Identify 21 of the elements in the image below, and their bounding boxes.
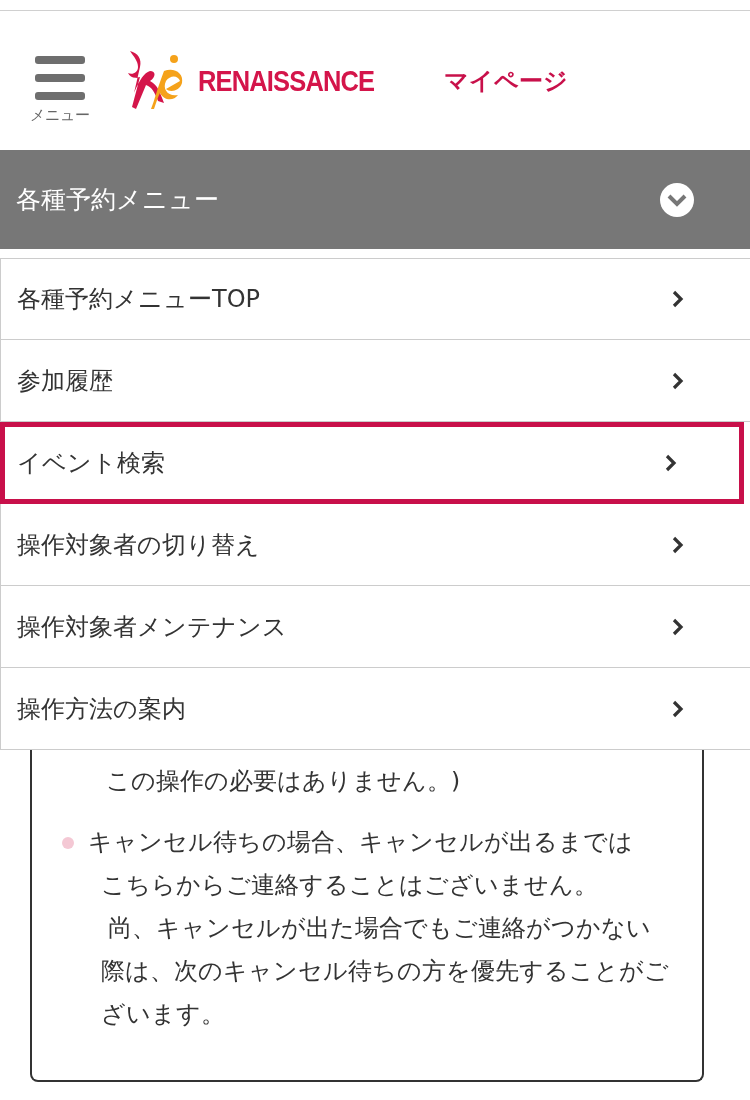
notice-text: キャンセル待ちの場合、キャンセルが出るまでは こちらからご連絡することはございません。 尚、キャンセルが出た場合でもご連絡がつかない際は、次のキャンセル待ちの方を優先することがございます。 <box>88 827 670 1030</box>
chevron-right-icon <box>672 535 684 554</box>
chevron-right-icon <box>665 454 677 472</box>
notice-text: この操作の必要はありません。) <box>105 766 462 797</box>
menu-item[interactable]: 操作対象者メンテナンス <box>0 586 750 668</box>
menu-item[interactable]: 操作方法の案内 <box>0 668 750 750</box>
chevron-right-icon <box>672 371 684 390</box>
menu-button[interactable]: メニュー <box>30 56 90 125</box>
page-title: マイページ <box>444 65 568 97</box>
chevron-right-icon <box>672 699 684 718</box>
menu-item[interactable]: 操作対象者の切り替え <box>0 504 750 586</box>
brand-name: RENAISSANCE <box>198 63 376 98</box>
menu-item[interactable]: 参加履歴 <box>0 340 750 422</box>
menu-icon <box>35 56 85 100</box>
bullet-icon <box>62 837 74 849</box>
chevron-right-icon <box>672 290 684 308</box>
accordion-header[interactable]: 各種予約メニュー <box>0 150 750 249</box>
accordion-title: 各種予約メニュー <box>16 184 219 216</box>
menu-item[interactable]: イベント検索 <box>0 422 744 504</box>
chevron-right-icon <box>672 617 684 636</box>
menu-item[interactable]: 各種予約メニューTOP <box>0 258 750 340</box>
